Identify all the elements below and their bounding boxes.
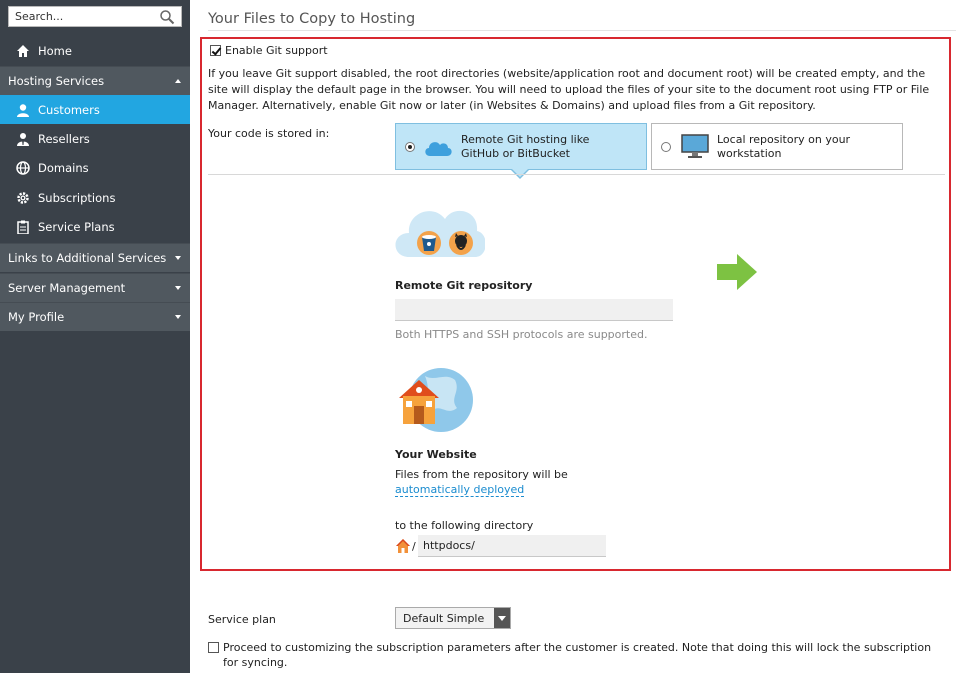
search-box[interactable] xyxy=(8,6,182,27)
sidebar-section-my-profile[interactable]: My Profile xyxy=(0,302,190,331)
sidebar-section-label: Links to Additional Services xyxy=(8,251,167,265)
git-info-text: If you leave Git support disabled, the r… xyxy=(208,67,930,112)
remote-protocol-hint: Both HTTPS and SSH protocols are support… xyxy=(395,328,648,341)
search-icon[interactable] xyxy=(159,9,175,25)
monitor-icon xyxy=(681,133,709,158)
remote-git-label: Remote Git hosting like GitHub or BitBuc… xyxy=(461,132,590,160)
deploy-mode-link[interactable]: automatically deployed xyxy=(395,483,525,497)
website-description: Files from the repository will be xyxy=(395,468,568,481)
main-content: Your Files to Copy to Hosting Enable Git… xyxy=(190,0,958,673)
caret-down-icon xyxy=(175,315,181,319)
service-plan-select[interactable]: Default Simple xyxy=(395,607,511,629)
selection-pointer-fill xyxy=(512,169,528,177)
website-heading: Your Website xyxy=(395,448,477,461)
sidebar-section-label: Hosting Services xyxy=(8,74,105,88)
sidebar-section-additional-services[interactable]: Links to Additional Services xyxy=(0,243,190,272)
enable-git-checkbox-row[interactable]: Enable Git support xyxy=(210,44,328,57)
home-icon xyxy=(396,539,410,553)
home-icon xyxy=(15,43,31,59)
website-illustration xyxy=(399,368,473,432)
sidebar-section-label: Server Management xyxy=(8,281,126,295)
code-location-label: Your code is stored in: xyxy=(208,127,330,140)
caret-up-icon xyxy=(175,79,181,83)
caret-down-icon xyxy=(175,286,181,290)
user-icon xyxy=(15,102,31,118)
local-repository-option[interactable]: Local repository on your workstation xyxy=(651,123,903,170)
page-title: Your Files to Copy to Hosting xyxy=(208,11,416,27)
sidebar-section-label: My Profile xyxy=(8,310,65,324)
sidebar-item-label: Service Plans xyxy=(38,220,115,234)
sidebar-item-customers[interactable]: Customers xyxy=(0,95,190,124)
sidebar-item-label: Subscriptions xyxy=(38,191,116,205)
enable-git-checkbox[interactable] xyxy=(210,45,221,56)
sidebar-item-label: Customers xyxy=(38,102,100,117)
sidebar-item-label: Home xyxy=(38,44,72,58)
directory-label: to the following directory xyxy=(395,519,534,532)
service-plan-value: Default Simple xyxy=(403,611,485,625)
search-input[interactable] xyxy=(9,7,157,26)
gear-icon xyxy=(15,190,31,206)
globe-icon xyxy=(15,160,31,176)
customize-subscription-label: Proceed to customizing the subscription … xyxy=(223,641,932,669)
remote-repository-heading: Remote Git repository xyxy=(395,279,533,292)
remote-git-illustration xyxy=(395,211,485,257)
remote-repository-url-input[interactable] xyxy=(395,299,673,321)
cloud-icon xyxy=(425,141,452,156)
arrow-right-icon xyxy=(717,254,757,290)
remote-git-option[interactable]: Remote Git hosting like GitHub or BitBuc… xyxy=(395,123,647,170)
reseller-icon xyxy=(15,131,31,147)
customize-subscription-checkbox[interactable] xyxy=(208,642,219,653)
caret-down-icon xyxy=(175,256,181,260)
directory-separator: / xyxy=(412,540,416,553)
sidebar-item-label: Resellers xyxy=(38,132,90,146)
customize-subscription-row[interactable]: Proceed to customizing the subscription … xyxy=(208,640,938,670)
enable-git-label: Enable Git support xyxy=(225,44,328,57)
divider xyxy=(208,30,956,31)
sidebar-section-hosting-services[interactable]: Hosting Services xyxy=(0,66,190,95)
sidebar-item-domains[interactable]: Domains xyxy=(0,154,190,182)
sidebar-item-subscriptions[interactable]: Subscriptions xyxy=(0,184,190,212)
sidebar-item-resellers[interactable]: Resellers xyxy=(0,125,190,153)
service-plan-label: Service plan xyxy=(208,613,276,626)
chevron-down-icon[interactable] xyxy=(494,608,510,628)
remote-git-radio[interactable] xyxy=(405,141,415,152)
sidebar-item-label: Domains xyxy=(38,161,89,175)
sidebar: Home Hosting Services Customers Reseller… xyxy=(0,0,190,673)
divider xyxy=(208,174,945,175)
clipboard-icon xyxy=(15,219,31,235)
sidebar-item-service-plans[interactable]: Service Plans xyxy=(0,213,190,241)
local-repository-radio[interactable] xyxy=(661,141,671,152)
local-repository-label: Local repository on your workstation xyxy=(717,132,851,160)
git-settings-panel: Enable Git support If you leave Git supp… xyxy=(200,37,951,571)
sidebar-section-server-management[interactable]: Server Management xyxy=(0,273,190,302)
sidebar-item-home[interactable]: Home xyxy=(0,37,190,65)
deploy-directory-input[interactable] xyxy=(418,535,606,557)
